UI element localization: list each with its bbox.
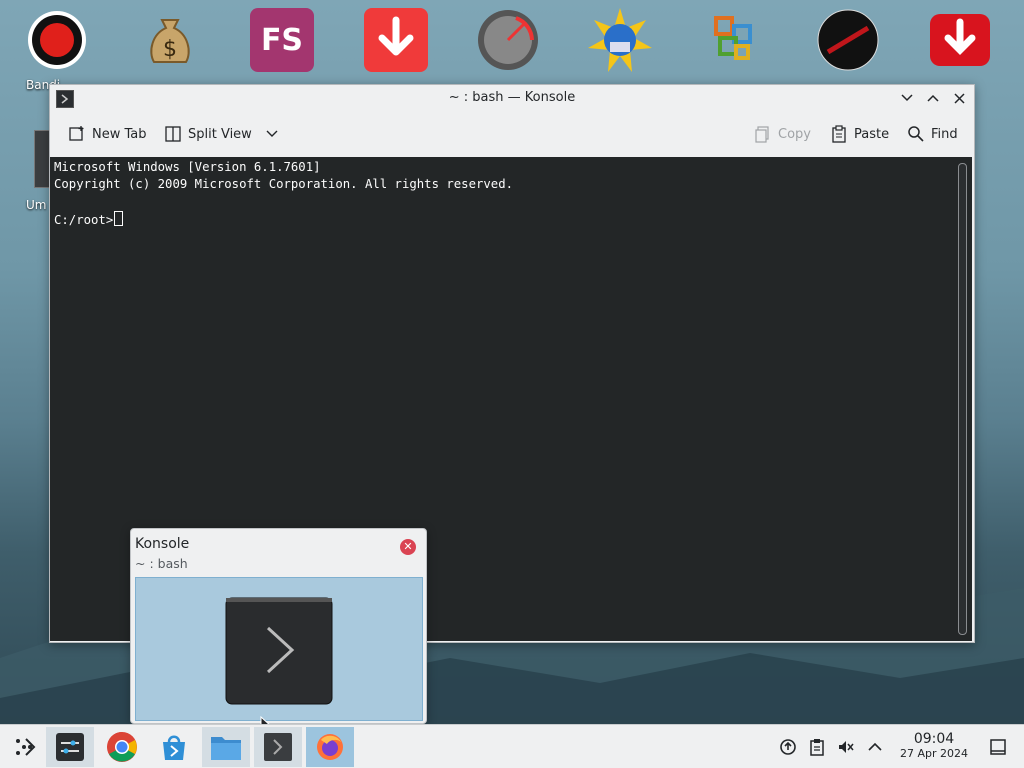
fs-app-icon-text: FS [260, 22, 304, 58]
downloader-icon [364, 8, 428, 72]
tooltip-title: Konsole [135, 536, 190, 552]
terminal-line: Copyright (c) 2009 Microsoft Corporation… [54, 177, 514, 191]
new-tab-button[interactable]: New Tab [68, 125, 147, 143]
clipboard-icon[interactable] [808, 738, 826, 756]
prompt-text: C:/root> [54, 213, 114, 227]
download-shield-icon [930, 14, 990, 66]
system-settings-icon [56, 733, 84, 761]
taskbar-app-chrome[interactable] [98, 727, 146, 767]
chevron-up-icon[interactable] [866, 738, 884, 756]
new-tab-icon [69, 126, 84, 141]
window-title: ~ : bash — Konsole [448, 90, 576, 105]
digital-clock[interactable]: 09:04 27 Apr 2024 [900, 731, 968, 760]
clock-date: 27 Apr 2024 [899, 747, 968, 760]
office-grid-icon [714, 16, 752, 60]
close-button[interactable] [950, 89, 968, 107]
split-view-label: Split View [188, 126, 252, 142]
taskbar-app-firefox[interactable] [306, 727, 354, 767]
taskbar-tooltip[interactable]: Konsole ~ : bash ✕ [130, 528, 427, 724]
show-desktop-icon[interactable] [989, 738, 1007, 756]
bandicam-icon [28, 11, 86, 69]
chrome-icon [107, 732, 137, 762]
window-titlebar[interactable]: ~ : bash — Konsole [50, 85, 974, 111]
volume-muted-icon[interactable] [837, 738, 855, 756]
taskbar-app-discover[interactable] [150, 727, 198, 767]
terminal-line: Microsoft Windows [Version 6.1.7601] [54, 160, 321, 174]
split-view-button[interactable]: Split View [164, 125, 278, 143]
taskbar-app-files[interactable] [202, 727, 250, 767]
red-slash-icon [817, 9, 879, 71]
konsole-icon [264, 733, 292, 761]
chevron-down-icon [901, 94, 913, 102]
konsole-preview-icon [225, 597, 333, 705]
launcher-icon [16, 738, 36, 756]
paste-button[interactable]: Paste [830, 125, 889, 143]
copy-button[interactable]: Copy [754, 125, 811, 143]
copy-icon [755, 126, 769, 143]
fs-app-icon: FS [250, 8, 314, 72]
taskbar-app-settings[interactable] [46, 727, 94, 767]
chevron-down-icon[interactable] [266, 130, 278, 138]
paste-icon [832, 125, 846, 143]
find-button[interactable]: Find [907, 125, 958, 143]
konsole-toolbar: New Tab Split View Copy Paste Find [50, 111, 974, 157]
globe-icon [588, 8, 652, 72]
application-launcher[interactable] [0, 727, 48, 767]
desktop-side-label: Um [26, 198, 47, 212]
search-icon [908, 126, 924, 142]
clock-time: 09:04 [913, 731, 955, 747]
money-bag-icon: $ [150, 19, 190, 63]
svg-text:$: $ [163, 37, 177, 62]
firefox-icon [317, 734, 343, 760]
copy-label: Copy [778, 126, 811, 142]
minimize-button[interactable] [898, 89, 916, 107]
terminal-scrollbar[interactable] [958, 163, 967, 635]
tooltip-close-button[interactable]: ✕ [400, 539, 416, 555]
taskbar: 09:04 27 Apr 2024 [0, 724, 1024, 768]
split-view-icon [165, 126, 181, 142]
tooltip-subtitle: ~ : bash [135, 556, 188, 571]
update-icon[interactable] [779, 738, 797, 756]
gauge-icon [478, 10, 538, 70]
taskbar-app-konsole[interactable] [254, 727, 302, 767]
maximize-button[interactable] [924, 89, 942, 107]
text-cursor [114, 211, 124, 226]
window-preview[interactable] [135, 577, 423, 721]
close-icon [953, 92, 965, 104]
file-manager-icon [211, 737, 241, 760]
terminal-prompt[interactable]: C:/root> [54, 211, 124, 227]
chevron-up-icon [927, 94, 939, 102]
discover-store-icon [163, 735, 185, 760]
paste-label: Paste [854, 126, 890, 142]
find-label: Find [931, 126, 958, 142]
new-tab-label: New Tab [92, 126, 147, 142]
